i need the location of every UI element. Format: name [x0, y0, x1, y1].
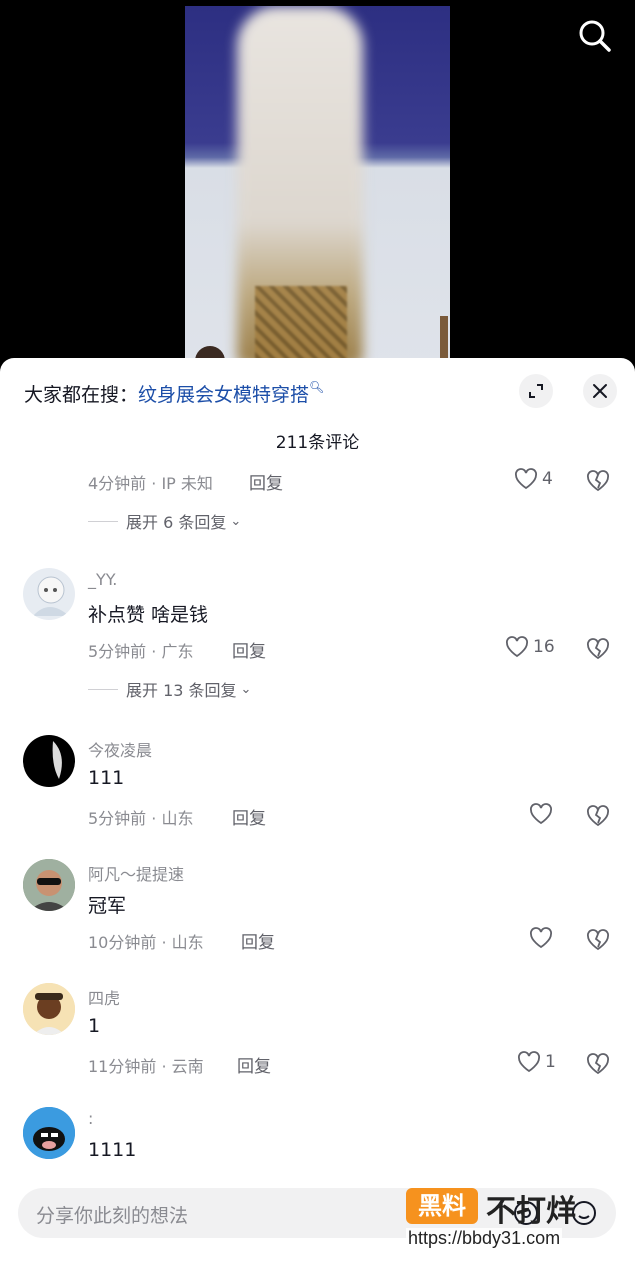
reply-button[interactable]: 回复	[237, 1052, 271, 1077]
comment-input[interactable]: 分享你此刻的想法	[18, 1188, 616, 1238]
heart-icon	[530, 927, 552, 949]
comment-meta: 5分钟前 · 广东	[88, 642, 194, 661]
video-player[interactable]	[185, 6, 450, 366]
heart-icon	[530, 803, 552, 825]
close-sheet-button[interactable]	[583, 374, 617, 408]
search-icon[interactable]	[577, 18, 613, 54]
dislike-button[interactable]	[586, 1053, 610, 1079]
chevron-down-icon: ⌄	[240, 681, 252, 697]
broken-heart-icon	[587, 1053, 609, 1075]
dislike-button[interactable]	[586, 638, 610, 664]
at-mention-icon[interactable]	[512, 1199, 540, 1227]
video-tattoo-detail	[255, 286, 347, 366]
comment-text: 补点赞 啥是钱	[88, 604, 209, 626]
expand-replies-button[interactable]: 展开 6 条回复 ⌄	[88, 509, 241, 533]
reply-button[interactable]: 回复	[249, 469, 283, 494]
comment-text: 111	[88, 767, 125, 789]
search-suggestion[interactable]: 大家都在搜：纹身展会女模特穿搭🔍︎	[24, 380, 324, 407]
avatar[interactable]	[23, 1107, 75, 1159]
comment-meta: 5分钟前 · 山东	[88, 809, 194, 828]
comment-text: 1	[88, 1015, 101, 1037]
expand-replies-label: 展开 6 条回复	[126, 513, 227, 532]
comment-meta: 10分钟前 · 山东	[88, 933, 204, 952]
broken-heart-icon	[587, 470, 609, 492]
broken-heart-icon	[587, 805, 609, 827]
broken-heart-icon	[587, 638, 609, 660]
comment-username[interactable]: 今夜凌晨	[88, 737, 152, 761]
search-prefix: 大家都在搜：	[24, 384, 139, 406]
like-count: 4	[542, 469, 553, 489]
expand-icon	[529, 384, 543, 398]
broken-heart-icon	[587, 929, 609, 951]
dislike-button[interactable]	[586, 929, 610, 955]
heart-icon	[506, 636, 528, 658]
reply-button[interactable]: 回复	[232, 804, 266, 829]
reply-button[interactable]: 回复	[232, 637, 266, 662]
chevron-down-icon: ⌄	[230, 513, 242, 529]
avatar[interactable]	[23, 859, 75, 911]
comment-meta: 4分钟前 · IP 未知	[88, 474, 213, 493]
comment-username[interactable]: 四虎	[88, 985, 120, 1009]
expand-sheet-button[interactable]	[519, 374, 553, 408]
avatar[interactable]	[23, 983, 75, 1035]
comment-username[interactable]: 阿凡～提提速	[88, 861, 184, 885]
divider-line	[88, 688, 118, 690]
comment-text: 冠军	[88, 895, 127, 917]
emoji-icon[interactable]	[570, 1199, 598, 1227]
comment-username[interactable]: :	[88, 1109, 93, 1128]
heart-icon	[518, 1051, 540, 1073]
divider-line	[88, 520, 118, 522]
comment-sheet: 大家都在搜：纹身展会女模特穿搭🔍︎ 211条评论 4分钟前 · IP 未知 回复…	[0, 358, 635, 1280]
dislike-button[interactable]	[586, 470, 610, 496]
image-icon[interactable]	[448, 1199, 476, 1227]
comment-count: 211条评论	[275, 433, 360, 453]
like-button[interactable]: 16	[505, 636, 555, 658]
heart-icon	[515, 468, 537, 490]
search-small-icon: 🔍︎	[309, 380, 325, 394]
avatar[interactable]	[23, 568, 75, 620]
like-count: 1	[545, 1052, 556, 1072]
search-keyword-link[interactable]: 纹身展会女模特穿搭	[138, 384, 309, 406]
like-button[interactable]: 1	[517, 1051, 556, 1073]
like-button[interactable]	[529, 803, 553, 825]
like-count: 16	[533, 637, 555, 657]
expand-replies-button[interactable]: 展开 13 条回复 ⌄	[88, 677, 251, 701]
comment-input-placeholder: 分享你此刻的想法	[36, 1205, 189, 1227]
expand-replies-label: 展开 13 条回复	[126, 681, 237, 700]
avatar[interactable]	[23, 735, 75, 787]
comment-meta: 11分钟前 · 云南	[88, 1057, 204, 1076]
like-button[interactable]: 4	[514, 468, 553, 490]
comment-username[interactable]: _YY.	[88, 570, 117, 589]
close-icon	[593, 384, 607, 398]
dislike-button[interactable]	[586, 805, 610, 831]
reply-button[interactable]: 回复	[241, 928, 275, 953]
like-button[interactable]	[529, 927, 553, 949]
comment-text: 1111	[88, 1139, 137, 1161]
